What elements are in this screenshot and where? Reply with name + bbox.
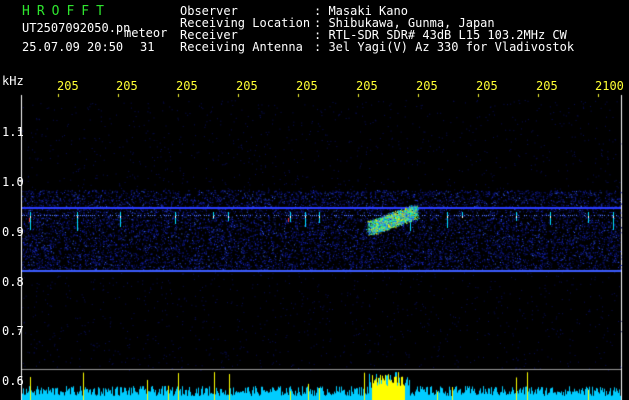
- y-tick: 1.1: [2, 125, 24, 139]
- x-tick: 205: [416, 79, 438, 93]
- spectrogram-canvas: [0, 0, 629, 400]
- app-title: HROFFT: [22, 4, 111, 19]
- seconds-label: 31: [140, 40, 155, 54]
- info-value-antenna: : 3el Yagi(V) Az 330 for Vladivostok: [314, 40, 575, 54]
- x-tick: 205: [176, 79, 198, 93]
- info-key-antenna: Receiving Antenna: [180, 40, 303, 54]
- y-tick: 0.9: [2, 225, 24, 239]
- axis-unit-label: kHz: [2, 74, 24, 88]
- x-tick: 205: [236, 79, 258, 93]
- x-tick: 205: [476, 79, 498, 93]
- x-tick: 205: [536, 79, 558, 93]
- x-tick: 205: [57, 79, 79, 93]
- filename-label: UT2507092050.pn: [22, 21, 131, 35]
- datetime-label: 25.07.09 20:50: [22, 40, 124, 54]
- mode-label: meteor: [124, 26, 168, 40]
- y-tick: 1.0: [2, 175, 24, 189]
- x-tick: 2100: [595, 79, 624, 93]
- y-tick: 0.6: [2, 374, 24, 388]
- x-tick: 205: [116, 79, 138, 93]
- y-tick: 0.7: [2, 324, 24, 338]
- x-tick: 205: [296, 79, 318, 93]
- x-tick: 205: [356, 79, 378, 93]
- y-tick: 0.8: [2, 275, 24, 289]
